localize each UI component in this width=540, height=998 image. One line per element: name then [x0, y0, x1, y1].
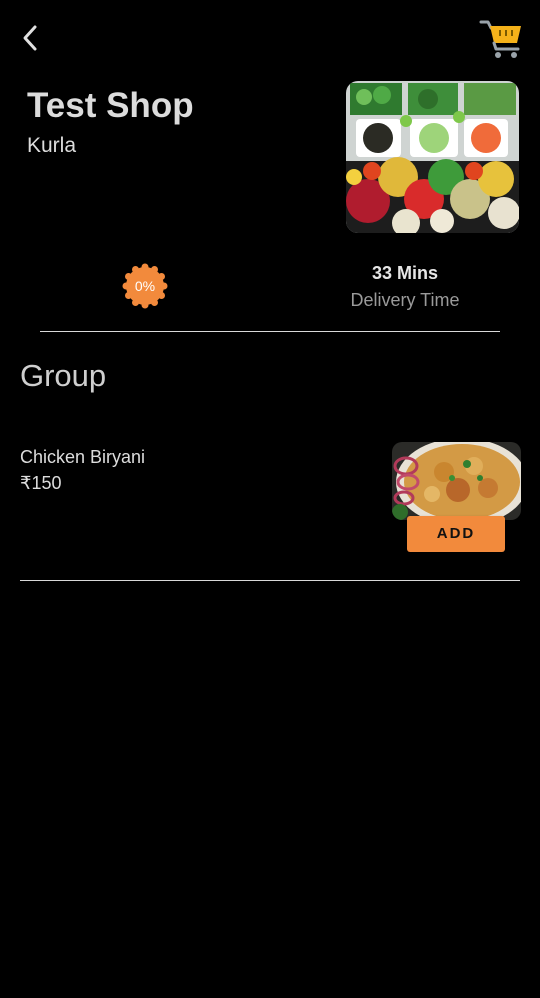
- delivery-time-value: 33 Mins: [371, 263, 439, 283]
- shopping-cart-icon: [479, 20, 521, 58]
- shop-image: [346, 81, 519, 233]
- divider: [20, 580, 520, 581]
- menu-item-image: [392, 442, 521, 520]
- menu-item-name: Chicken Biryani: [20, 447, 146, 467]
- back-arrow-icon: [23, 25, 37, 51]
- discount-badge: 0%: [122, 263, 168, 309]
- divider: [40, 331, 500, 332]
- menu-item-price: ₹150: [20, 473, 62, 493]
- shop-name: Test Shop: [27, 86, 194, 125]
- shop-location: Kurla: [27, 134, 77, 157]
- cart-button[interactable]: [478, 16, 524, 60]
- back-button[interactable]: [14, 22, 46, 54]
- delivery-time-label: Delivery Time: [350, 290, 460, 310]
- menu-group-title: Group: [20, 358, 107, 393]
- discount-label: 0%: [134, 278, 156, 294]
- add-to-cart-button[interactable]: ADD: [407, 516, 505, 552]
- delivery-info: 33 Mins Delivery Time: [330, 262, 480, 311]
